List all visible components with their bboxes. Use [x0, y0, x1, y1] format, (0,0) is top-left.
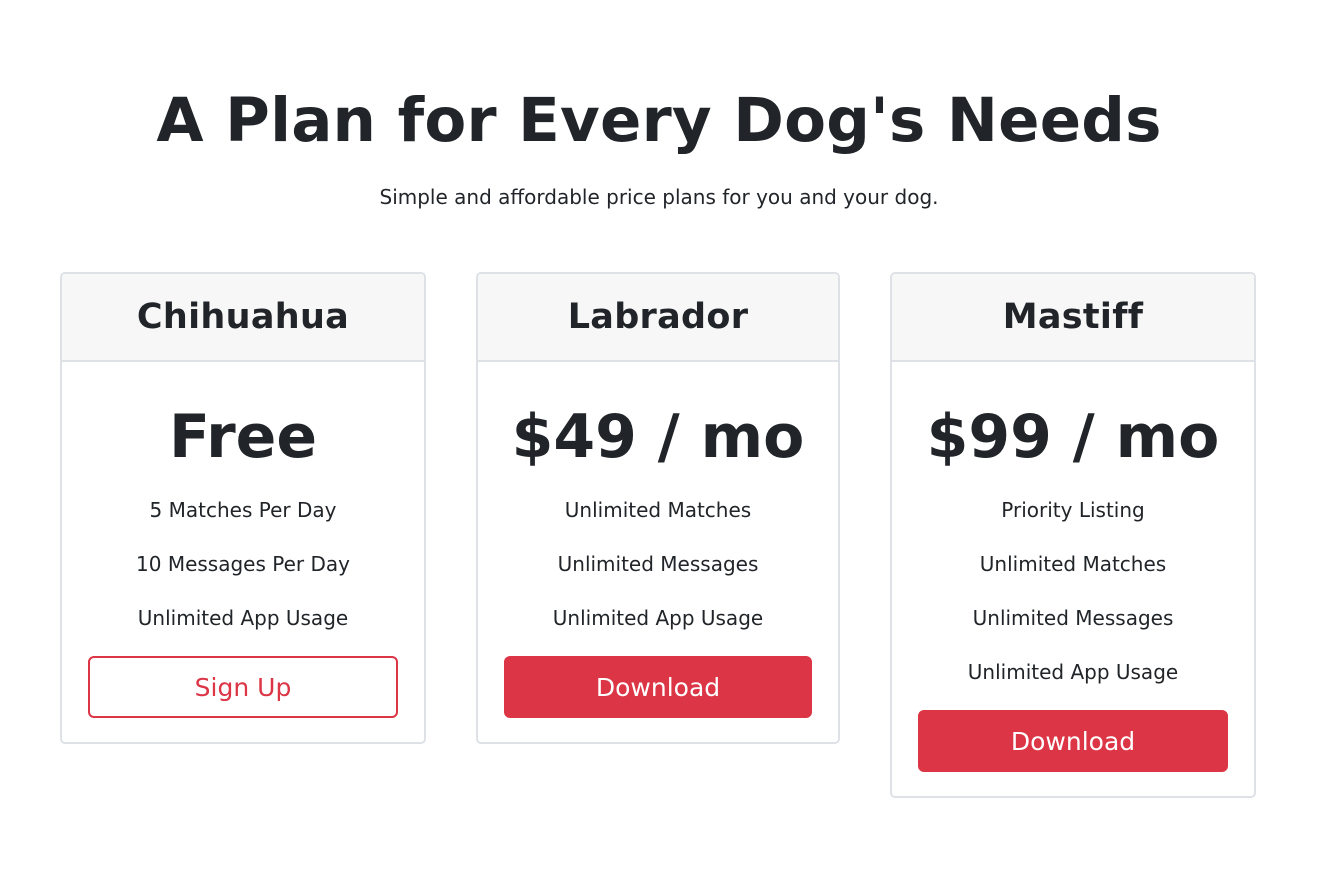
pricing-headline: A Plan for Every Dog's Needs [156, 85, 1162, 156]
sign-up-button[interactable]: Sign Up [88, 656, 398, 718]
feature-list: Priority Listing Unlimited Matches Unlim… [918, 496, 1228, 712]
feature-item: 10 Messages Per Day [136, 552, 350, 576]
pricing-card-mastiff: Mastiff $99 / mo Priority Listing Unlimi… [890, 272, 1256, 798]
card-body: Free 5 Matches Per Day 10 Messages Per D… [62, 392, 424, 718]
download-button[interactable]: Download [504, 656, 812, 718]
plan-name: Mastiff [1002, 297, 1144, 337]
pricing-section: A Plan for Every Dog's Needs Simple and … [0, 0, 1318, 886]
feature-item: Unlimited App Usage [137, 606, 349, 630]
card-header: Chihuahua [62, 274, 424, 362]
pricing-card-labrador: Labrador $49 / mo Unlimited Matches Unli… [476, 272, 840, 744]
feature-item: Unlimited Messages [557, 552, 759, 576]
plan-name: Chihuahua [136, 297, 350, 337]
plan-price: $49 / mo [511, 402, 805, 472]
feature-item: Unlimited Matches [979, 552, 1167, 576]
plan-price: Free [168, 402, 318, 472]
plan-name: Labrador [567, 297, 749, 337]
feature-item: 5 Matches Per Day [149, 498, 337, 522]
card-body: $49 / mo Unlimited Matches Unlimited Mes… [478, 392, 838, 718]
pricing-subheadline: Simple and affordable price plans for yo… [379, 185, 939, 209]
plan-price: $99 / mo [926, 402, 1220, 472]
feature-item: Unlimited Messages [972, 606, 1174, 630]
feature-item: Priority Listing [1001, 498, 1145, 522]
card-header: Mastiff [892, 274, 1254, 362]
feature-item: Unlimited Matches [564, 498, 752, 522]
pricing-card-chihuahua: Chihuahua Free 5 Matches Per Day 10 Mess… [60, 272, 426, 744]
card-body: $99 / mo Priority Listing Unlimited Matc… [892, 392, 1254, 772]
feature-list: Unlimited Matches Unlimited Messages Unl… [504, 496, 812, 658]
feature-list: 5 Matches Per Day 10 Messages Per Day Un… [88, 496, 398, 658]
feature-item: Unlimited App Usage [552, 606, 764, 630]
card-header: Labrador [478, 274, 838, 362]
feature-item: Unlimited App Usage [967, 660, 1179, 684]
download-button[interactable]: Download [918, 710, 1228, 772]
